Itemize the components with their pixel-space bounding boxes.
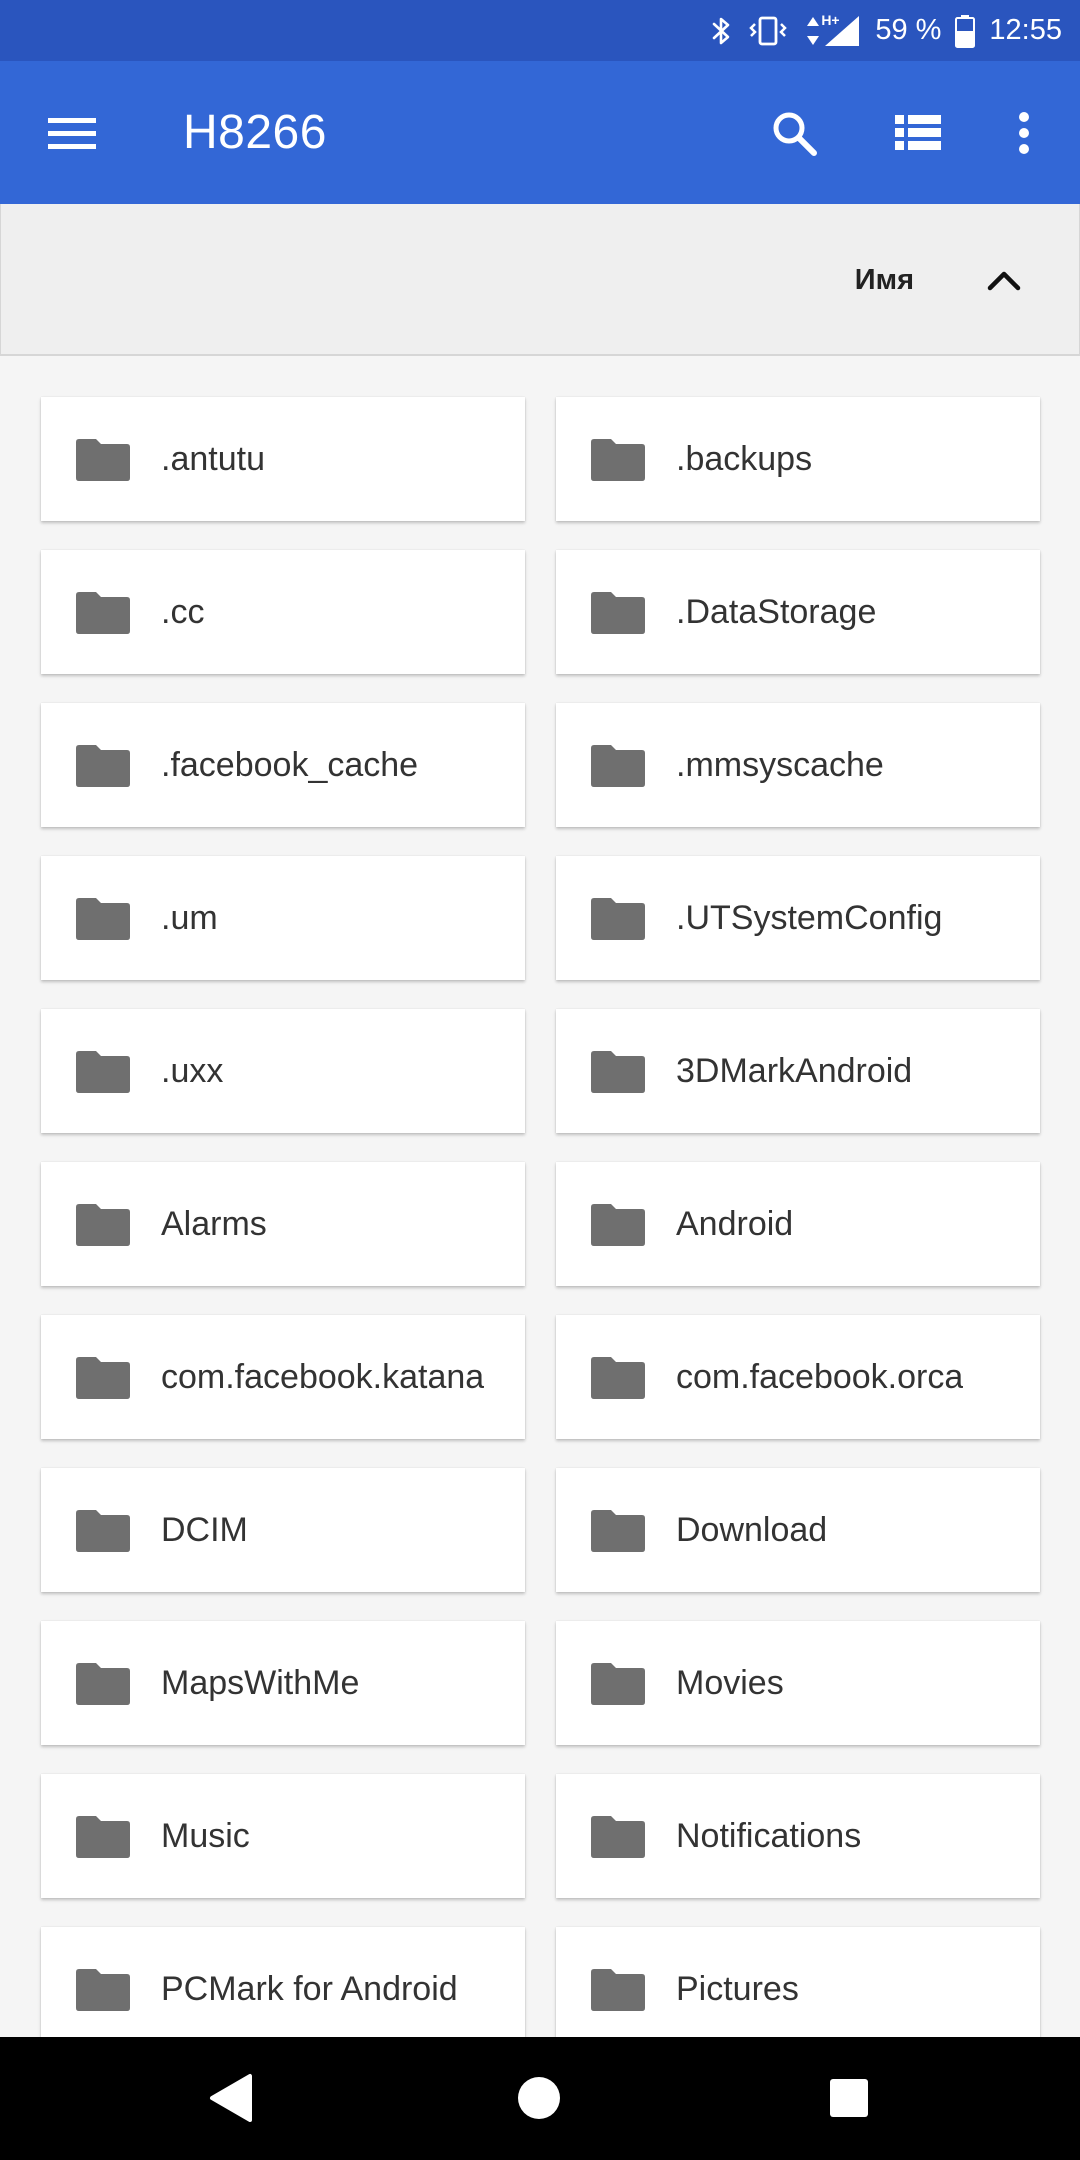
recents-icon [830,2079,868,2117]
folder-icon [591,1510,645,1552]
folder-item[interactable]: com.facebook.orca [556,1315,1040,1439]
vibrate-icon [747,15,789,47]
search-button[interactable] [756,97,832,169]
folder-name: .DataStorage [676,592,877,631]
sort-bar: Имя [0,204,1080,356]
folder-name: Download [676,1510,828,1549]
folder-icon [76,1204,130,1246]
folder-name: com.facebook.orca [676,1357,964,1396]
folder-icon [76,1816,130,1858]
folder-icon [591,898,645,940]
folder-icon [76,1051,130,1093]
folder-item[interactable]: .UTSystemConfig [556,856,1040,980]
folder-icon [591,745,645,787]
folder-item[interactable]: .backups [556,397,1040,521]
folder-name: .antutu [161,439,265,478]
menu-button[interactable] [30,97,114,169]
folder-icon [76,1357,130,1399]
folder-item[interactable]: DCIM [41,1468,525,1592]
folder-item[interactable]: .um [41,856,525,980]
more-vert-icon [1019,112,1029,154]
folder-name: Pictures [676,1969,799,2008]
bluetooth-icon [711,15,733,47]
folder-icon [591,592,645,634]
home-button[interactable] [506,2065,572,2131]
list-view-icon [895,115,941,150]
folder-name: MapsWithMe [161,1663,360,1702]
folder-name: .UTSystemConfig [676,898,943,937]
folder-icon [591,1051,645,1093]
folder-name: .cc [161,592,205,631]
folder-item[interactable]: com.facebook.katana [41,1315,525,1439]
folder-name: PCMark for Android [161,1969,458,2008]
folder-name: 3DMarkAndroid [676,1051,913,1090]
folder-icon [76,1663,130,1705]
navigation-bar [0,2037,1080,2160]
folder-item[interactable]: MapsWithMe [41,1621,525,1745]
folder-item[interactable]: 3DMarkAndroid [556,1009,1040,1133]
status-icons: H+ 59 % 12:55 [711,0,1062,61]
folder-item[interactable]: Movies [556,1621,1040,1745]
sort-direction-button[interactable] [971,250,1037,310]
folder-icon [76,1969,130,2011]
chevron-up-icon [987,271,1021,291]
folder-item[interactable]: Alarms [41,1162,525,1286]
folder-name: Notifications [676,1816,862,1855]
back-button[interactable] [198,2065,264,2131]
folder-item[interactable]: .antutu [41,397,525,521]
folder-name: .mmsyscache [676,745,884,784]
back-icon [210,2074,252,2122]
folder-name: .backups [676,439,813,478]
folder-item[interactable]: Pictures [556,1927,1040,2051]
folder-item[interactable]: Music [41,1774,525,1898]
folder-icon [591,1357,645,1399]
folder-icon [76,1510,130,1552]
more-options-button[interactable] [1004,97,1044,169]
folder-item[interactable]: .DataStorage [556,550,1040,674]
folder-item[interactable]: Notifications [556,1774,1040,1898]
page-title: H8266 [183,106,327,159]
list-view-button[interactable] [880,97,956,169]
folder-item[interactable]: .uxx [41,1009,525,1133]
folder-item[interactable]: Download [556,1468,1040,1592]
search-icon [773,112,817,156]
data-activity-icon [807,16,820,45]
recents-button[interactable] [816,2065,882,2131]
folder-name: Android [676,1204,794,1243]
signal-icon: H+ [803,11,861,48]
folder-icon [591,1969,645,2011]
folder-name: Alarms [161,1204,267,1243]
battery-percent: 59 % [875,14,942,46]
folder-icon [591,439,645,481]
folder-item[interactable]: Android [556,1162,1040,1286]
folder-icon [76,439,130,481]
app-bar: H8266 [0,61,1080,204]
folder-name: Movies [676,1663,784,1702]
folder-item[interactable]: .cc [41,550,525,674]
home-icon [518,2077,560,2119]
folder-name: com.facebook.katana [161,1357,485,1396]
folder-grid: .antutu .backups .cc .DataStorage .facebook_… [41,397,1040,2051]
folder-name: .um [161,898,218,937]
folder-icon [591,1204,645,1246]
folder-name: .facebook_cache [161,745,419,784]
sort-by-name-button[interactable]: Имя [855,204,914,356]
menu-icon [48,118,96,149]
folder-icon [76,745,130,787]
folder-icon [591,1663,645,1705]
folder-item[interactable]: PCMark for Android [41,1927,525,2051]
folder-item[interactable]: .mmsyscache [556,703,1040,827]
battery-icon [955,14,976,48]
folder-icon [76,592,130,634]
folder-icon [591,1816,645,1858]
folder-name: Music [161,1816,250,1855]
status-bar: H+ 59 % 12:55 [0,0,1080,61]
folder-icon [76,898,130,940]
folder-name: DCIM [161,1510,248,1549]
clock: 12:55 [989,14,1062,46]
folder-name: .uxx [161,1051,224,1090]
network-type-label: H+ [821,11,840,28]
folder-item[interactable]: .facebook_cache [41,703,525,827]
